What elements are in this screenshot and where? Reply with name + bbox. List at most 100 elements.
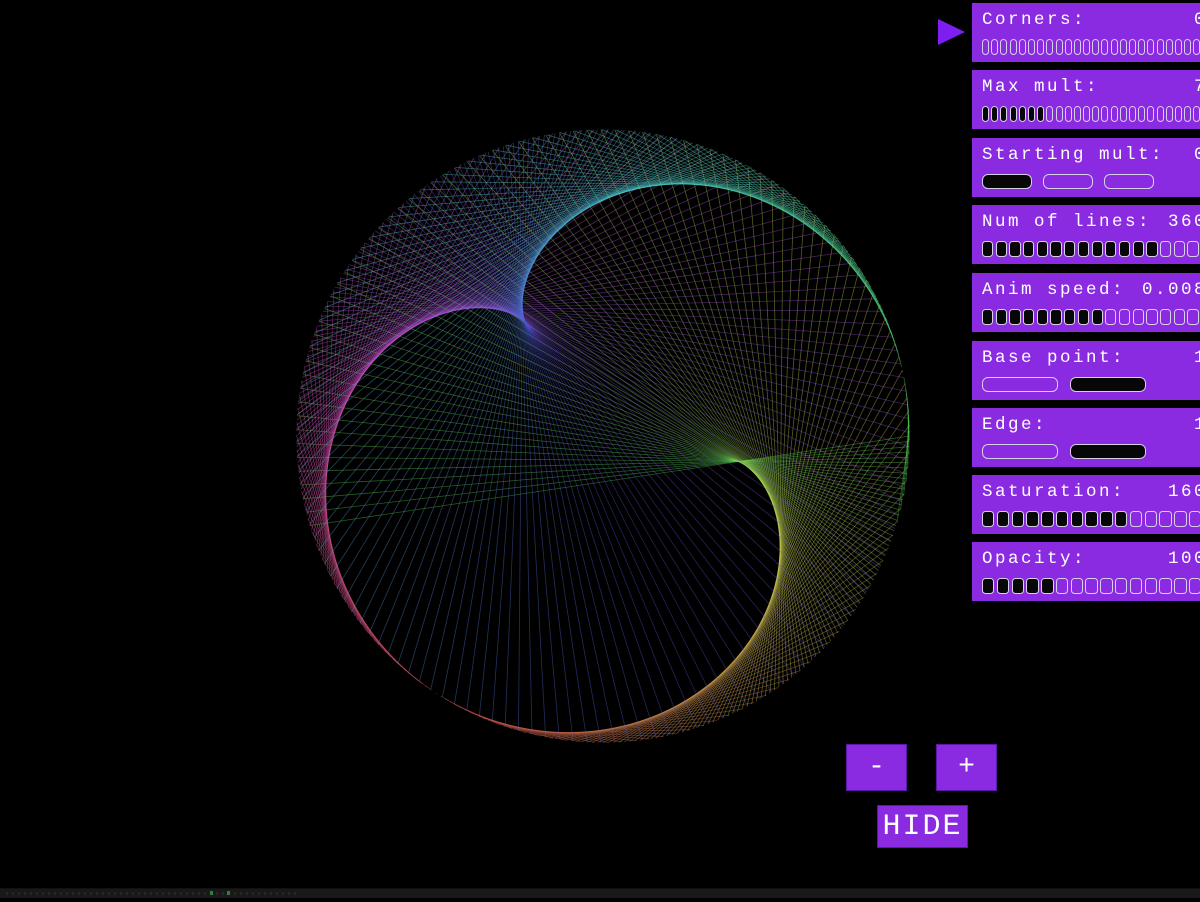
max-mult-cell-8[interactable]	[1056, 106, 1063, 122]
edge-cell-0[interactable]	[982, 444, 1058, 459]
opacity-cell-5[interactable]	[1056, 578, 1068, 594]
decrement-button[interactable]: -	[846, 744, 907, 791]
starting-mult-cell-2[interactable]	[1104, 174, 1154, 189]
num-lines-cell-3[interactable]	[1023, 241, 1034, 257]
saturation-cell-8[interactable]	[1100, 511, 1112, 527]
anim-speed-cell-4[interactable]	[1037, 309, 1048, 325]
max-mult-cell-11[interactable]	[1083, 106, 1090, 122]
base-point-cell-0[interactable]	[982, 377, 1058, 392]
max-mult-cell-4[interactable]	[1019, 106, 1026, 122]
max-mult-cell-20[interactable]	[1166, 106, 1173, 122]
num-lines-cell-1[interactable]	[996, 241, 1007, 257]
opacity-cell-9[interactable]	[1115, 578, 1127, 594]
corners-cell-1[interactable]	[991, 39, 998, 55]
num-lines-cell-7[interactable]	[1078, 241, 1089, 257]
opacity-cell-3[interactable]	[1026, 578, 1038, 594]
max-mult-cell-7[interactable]	[1046, 106, 1053, 122]
num-lines-cell-0[interactable]	[982, 241, 993, 257]
anim-speed-cell-15[interactable]	[1187, 309, 1198, 325]
opacity-cell-2[interactable]	[1012, 578, 1024, 594]
saturation-cell-13[interactable]	[1174, 511, 1186, 527]
max-mult-cell-17[interactable]	[1138, 106, 1145, 122]
max-mult-cell-6[interactable]	[1037, 106, 1044, 122]
max-mult-cell-10[interactable]	[1074, 106, 1081, 122]
opacity-cell-4[interactable]	[1041, 578, 1053, 594]
saturation-cell-1[interactable]	[997, 511, 1009, 527]
anim-speed-cell-10[interactable]	[1119, 309, 1130, 325]
anim-speed-cell-12[interactable]	[1146, 309, 1157, 325]
corners-cell-11[interactable]	[1083, 39, 1090, 55]
base-point-cell-1[interactable]	[1070, 377, 1146, 392]
corners-cell-2[interactable]	[1000, 39, 1007, 55]
max-mult-cell-13[interactable]	[1101, 106, 1108, 122]
opacity-cell-11[interactable]	[1145, 578, 1157, 594]
num-lines-cell-6[interactable]	[1064, 241, 1075, 257]
saturation-cell-7[interactable]	[1085, 511, 1097, 527]
saturation-cell-14[interactable]	[1189, 511, 1200, 527]
anim-speed-cell-5[interactable]	[1050, 309, 1061, 325]
opacity-cell-10[interactable]	[1130, 578, 1142, 594]
num-lines-cell-13[interactable]	[1160, 241, 1171, 257]
play-triangle-icon[interactable]	[938, 19, 965, 45]
num-lines-cell-4[interactable]	[1037, 241, 1048, 257]
max-mult-cell-12[interactable]	[1092, 106, 1099, 122]
saturation-cell-3[interactable]	[1026, 511, 1038, 527]
max-mult-cell-16[interactable]	[1129, 106, 1136, 122]
opacity-cell-14[interactable]	[1189, 578, 1200, 594]
anim-speed-cell-8[interactable]	[1092, 309, 1103, 325]
corners-cell-3[interactable]	[1010, 39, 1017, 55]
corners-cell-15[interactable]	[1120, 39, 1127, 55]
opacity-cell-1[interactable]	[997, 578, 1009, 594]
anim-speed-cell-0[interactable]	[982, 309, 993, 325]
saturation-cell-11[interactable]	[1145, 511, 1157, 527]
saturation-cell-6[interactable]	[1071, 511, 1083, 527]
saturation-cell-2[interactable]	[1012, 511, 1024, 527]
anim-speed-cell-11[interactable]	[1133, 309, 1144, 325]
saturation-cell-9[interactable]	[1115, 511, 1127, 527]
corners-cell-22[interactable]	[1184, 39, 1191, 55]
max-mult-cell-1[interactable]	[991, 106, 998, 122]
num-lines-cell-10[interactable]	[1119, 241, 1130, 257]
corners-cell-20[interactable]	[1166, 39, 1173, 55]
max-mult-cell-14[interactable]	[1111, 106, 1118, 122]
anim-speed-cell-7[interactable]	[1078, 309, 1089, 325]
increment-button[interactable]: +	[936, 744, 997, 791]
edge-cell-1[interactable]	[1070, 444, 1146, 459]
saturation-cell-12[interactable]	[1159, 511, 1171, 527]
opacity-cell-12[interactable]	[1159, 578, 1171, 594]
anim-speed-cell-9[interactable]	[1105, 309, 1116, 325]
max-mult-cell-22[interactable]	[1184, 106, 1191, 122]
num-lines-cell-15[interactable]	[1187, 241, 1198, 257]
max-mult-cell-15[interactable]	[1120, 106, 1127, 122]
corners-cell-13[interactable]	[1101, 39, 1108, 55]
num-lines-cell-12[interactable]	[1146, 241, 1157, 257]
max-mult-cell-0[interactable]	[982, 106, 989, 122]
starting-mult-cell-1[interactable]	[1043, 174, 1093, 189]
corners-cell-17[interactable]	[1138, 39, 1145, 55]
saturation-cell-10[interactable]	[1130, 511, 1142, 527]
num-lines-cell-14[interactable]	[1174, 241, 1185, 257]
corners-cell-5[interactable]	[1028, 39, 1035, 55]
corners-cell-19[interactable]	[1157, 39, 1164, 55]
max-mult-cell-23[interactable]	[1193, 106, 1200, 122]
opacity-cell-6[interactable]	[1071, 578, 1083, 594]
corners-cell-18[interactable]	[1147, 39, 1154, 55]
hide-button[interactable]: HIDE	[877, 805, 968, 848]
max-mult-cell-18[interactable]	[1147, 106, 1154, 122]
starting-mult-cell-0[interactable]	[982, 174, 1032, 189]
max-mult-cell-2[interactable]	[1000, 106, 1007, 122]
corners-cell-8[interactable]	[1056, 39, 1063, 55]
corners-cell-4[interactable]	[1019, 39, 1026, 55]
saturation-cell-0[interactable]	[982, 511, 994, 527]
num-lines-cell-2[interactable]	[1009, 241, 1020, 257]
opacity-cell-13[interactable]	[1174, 578, 1186, 594]
corners-cell-23[interactable]	[1193, 39, 1200, 55]
max-mult-cell-5[interactable]	[1028, 106, 1035, 122]
corners-cell-9[interactable]	[1065, 39, 1072, 55]
corners-cell-7[interactable]	[1046, 39, 1053, 55]
anim-speed-cell-6[interactable]	[1064, 309, 1075, 325]
corners-cell-10[interactable]	[1074, 39, 1081, 55]
max-mult-cell-21[interactable]	[1175, 106, 1182, 122]
num-lines-cell-8[interactable]	[1092, 241, 1103, 257]
anim-speed-cell-13[interactable]	[1160, 309, 1171, 325]
